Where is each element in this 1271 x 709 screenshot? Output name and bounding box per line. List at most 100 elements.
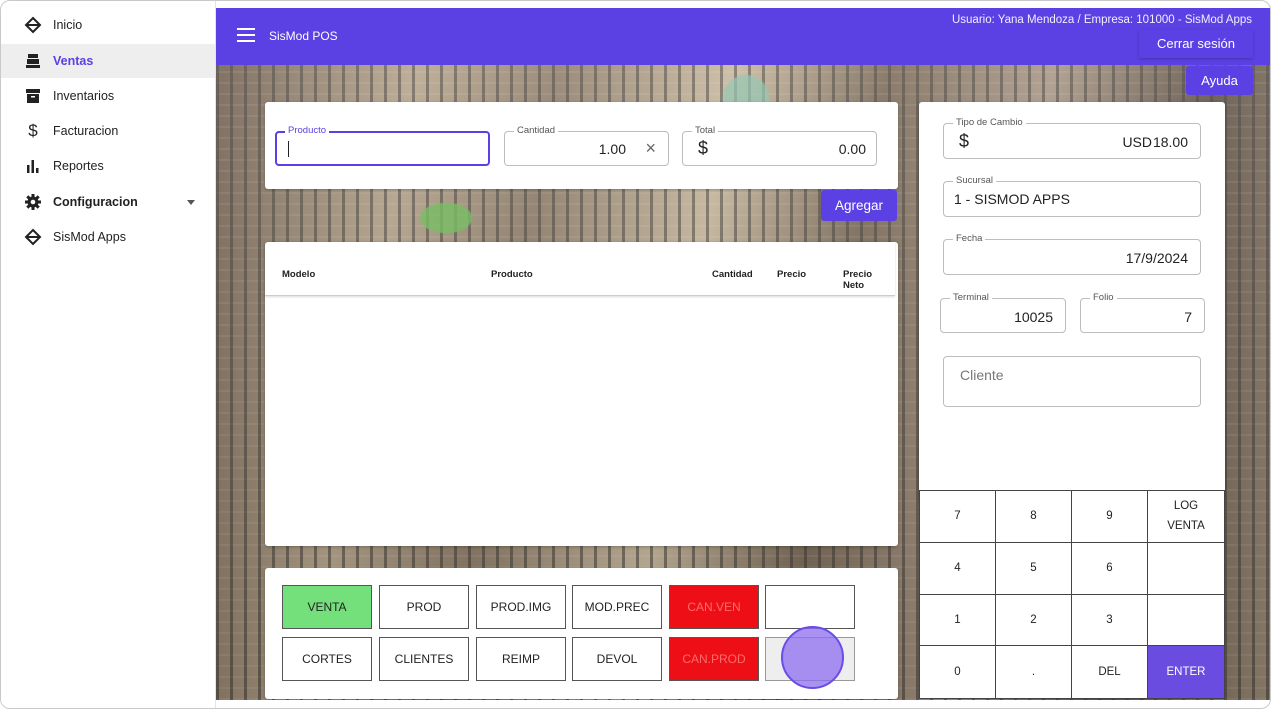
retirar-button-label: RETIRAR [783,652,837,666]
key-empty-1[interactable] [1148,542,1224,595]
exchange-rate-field: Tipo de Cambio $ USD 18.00 [943,117,1201,159]
exchange-currency: USD [1122,134,1152,150]
product-input-label: Producto [285,125,330,137]
client-input[interactable]: Cliente [943,356,1201,407]
chevron-down-icon [187,199,195,205]
exchange-rate-value: 18.00 [1152,134,1188,150]
total-field-value: 0.00 [838,141,866,157]
exchange-rate-label: Tipo de Cambio [953,117,1026,129]
archive-box-icon [23,86,43,106]
items-table: Modelo Producto Cantidad Precio Precio N… [265,242,898,546]
sidebar-item-label: Ventas [53,54,94,68]
total-field: Total $ 0.00 [682,125,877,166]
product-entry-card: Producto Cantidad 1.00 × Total $ 0.00 [265,102,898,189]
numpad: 7 8 9 LOG VENTA 4 5 6 1 2 3 0 . DEL ENTE… [919,490,1225,699]
terminal-field: Terminal 10025 [940,292,1066,333]
cortes-button[interactable]: CORTES [282,637,372,681]
folio-label: Folio [1090,292,1117,304]
key-0[interactable]: 0 [920,646,996,698]
menu-icon[interactable] [237,28,255,42]
terminal-value: 10025 [1014,309,1053,325]
key-4[interactable]: 4 [920,542,996,595]
branch-field[interactable]: Sucursal 1 - SISMOD APPS [943,175,1201,217]
table-header: Modelo Producto Cantidad Precio Precio N… [265,242,895,296]
user-info: Usuario: Yana Mendoza / Empresa: 101000 … [951,14,1252,26]
sidebar-item-label: Reportes [53,159,104,173]
key-enter[interactable]: ENTER [1148,646,1224,698]
key-8[interactable]: 8 [996,491,1072,543]
dollar-icon: $ [698,138,709,158]
dollar-icon: $ [959,131,970,151]
venta-button[interactable]: VENTA [282,585,372,629]
key-dot[interactable]: . [996,646,1072,698]
sidebar-item-ventas[interactable]: Ventas [1,44,215,78]
cash-register-icon [23,51,43,71]
sidebar: Inicio Ventas Inventarios $ Facturacion … [1,1,216,708]
mod-prec-button[interactable]: MOD.PREC [572,585,662,629]
sale-info-card: Tipo de Cambio $ USD 18.00 Sucursal 1 - … [919,102,1225,502]
product-input[interactable]: Producto [275,125,490,166]
branch-label: Sucursal [953,175,996,187]
can-ven-button[interactable]: CAN.VEN [669,585,759,629]
key-5[interactable]: 5 [996,542,1072,595]
key-del[interactable]: DEL [1072,646,1148,698]
dollar-icon: $ [28,121,38,140]
column-header-precio-neto: Precio Neto [843,269,873,291]
client-input-placeholder: Cliente [960,367,1004,383]
sidebar-item-sismod-apps[interactable]: SisMod Apps [1,220,215,254]
date-value: 17/9/2024 [1125,250,1188,266]
key-log-venta[interactable]: LOG VENTA [1148,491,1224,543]
product-input-value [288,141,289,157]
total-field-label: Total [692,125,719,137]
logout-button[interactable]: Cerrar sesión [1139,30,1253,58]
quantity-input-value: 1.00 [598,141,626,157]
key-6[interactable]: 6 [1072,542,1148,595]
bar-chart-icon [23,156,43,176]
sidebar-item-inicio[interactable]: Inicio [1,8,215,42]
key-9[interactable]: 9 [1072,491,1148,543]
sidebar-item-inventarios[interactable]: Inventarios [1,79,215,113]
branch-value: 1 - SISMOD APPS [954,191,1070,207]
sidebar-item-label: Inicio [53,18,83,32]
app-window: Inicio Ventas Inventarios $ Facturacion … [0,0,1271,709]
key-1[interactable]: 1 [920,594,996,647]
retirar-button[interactable]: RETIRAR [765,626,855,689]
sidebar-item-label: Configuracion [53,195,138,209]
prod-button[interactable]: PROD [379,585,469,629]
prod-img-button[interactable]: PROD.IMG [476,585,566,629]
sidebar-item-facturacion[interactable]: $ Facturacion [1,114,215,148]
can-prod-button[interactable]: CAN.PROD [669,637,759,681]
folio-value: 7 [1184,309,1192,325]
date-field[interactable]: Fecha 17/9/2024 [943,233,1201,275]
folio-field: Folio 7 [1080,292,1205,333]
app-bar: SisMod POS Usuario: Yana Mendoza / Empre… [216,8,1270,65]
devol-button[interactable]: DEVOL [572,637,662,681]
gear-icon [23,192,43,212]
terminal-label: Terminal [950,292,992,304]
drop-shape-icon [23,227,43,247]
drop-shape-icon [23,15,43,35]
key-3[interactable]: 3 [1072,594,1148,647]
key-empty-2[interactable] [1148,594,1224,647]
column-header-producto: Producto [491,269,533,280]
quantity-input-label: Cantidad [514,125,559,137]
empty-button[interactable] [765,585,855,629]
reimp-button[interactable]: REIMP [476,637,566,681]
sidebar-item-label: SisMod Apps [53,230,126,244]
sidebar-item-label: Inventarios [53,89,115,103]
sidebar-item-label: Facturacion [53,124,119,138]
key-7[interactable]: 7 [920,491,996,543]
sidebar-item-configuracion[interactable]: Configuracion [1,185,215,219]
date-label: Fecha [953,233,986,245]
column-header-precio: Precio [777,269,807,280]
app-title: SisMod POS [269,29,338,43]
key-2[interactable]: 2 [996,594,1072,647]
column-header-cantidad: Cantidad [712,269,753,280]
quantity-input[interactable]: Cantidad 1.00 × [504,125,669,166]
clear-quantity-icon[interactable]: × [645,138,656,159]
clientes-button[interactable]: CLIENTES [379,637,469,681]
add-button[interactable]: Agregar [821,190,897,221]
column-header-modelo: Modelo [282,269,316,280]
help-button[interactable]: Ayuda [1186,66,1253,95]
sidebar-item-reportes[interactable]: Reportes [1,149,215,183]
